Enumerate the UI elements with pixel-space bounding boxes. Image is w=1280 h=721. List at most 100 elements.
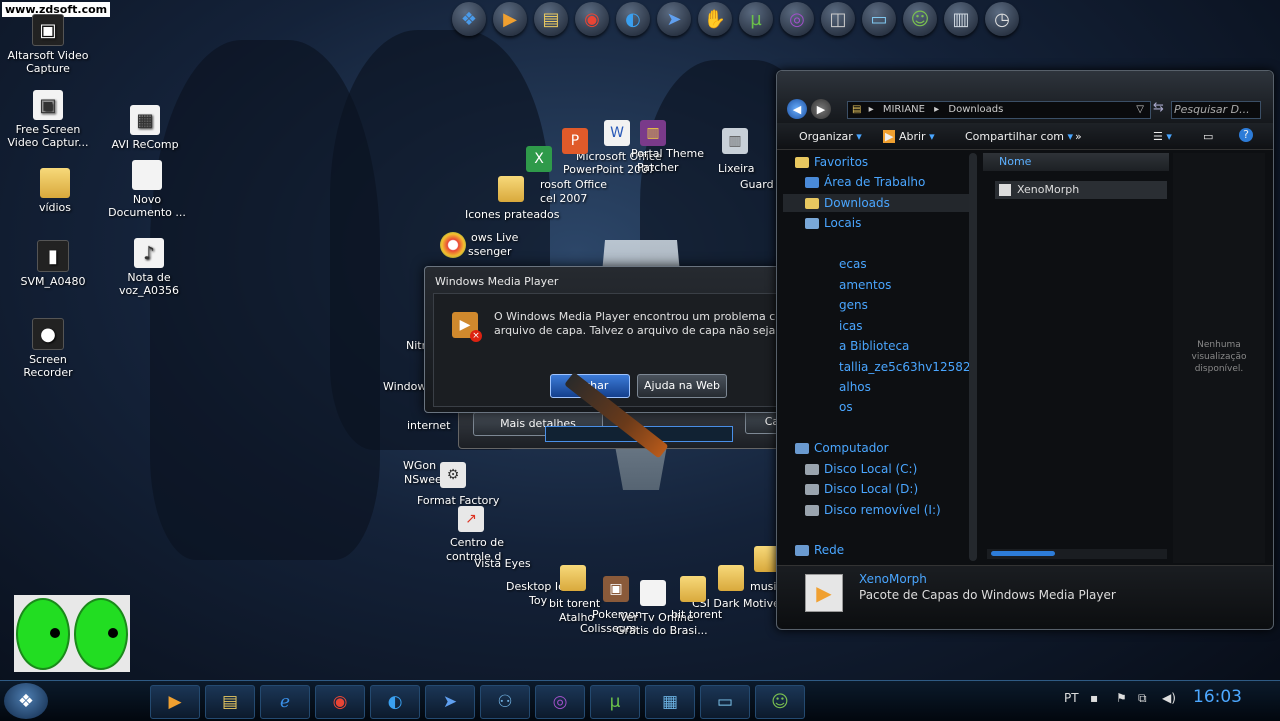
desktop-label[interactable]: Gratis do Brasi... — [616, 624, 708, 637]
desktop-label[interactable]: Vista Eyes — [474, 557, 531, 570]
csi-dark-folder-icon[interactable] — [718, 565, 744, 591]
icones-prateados-folder-icon[interactable] — [498, 176, 524, 202]
ver-tv-icon[interactable] — [640, 580, 666, 606]
taskbar-internet-explorer[interactable]: ℯ — [260, 685, 310, 719]
desktop-label[interactable]: Centro de — [450, 536, 504, 549]
desktop-label[interactable]: Portal Theme — [631, 147, 704, 160]
chrome-icon[interactable]: ◉ — [575, 2, 609, 36]
desktop-label[interactable]: Icones prateados — [465, 208, 560, 221]
nav-item[interactable]: ecas — [839, 255, 867, 273]
desktop-label[interactable]: Format Factory — [417, 494, 499, 507]
taskbar-chrome[interactable]: ◉ — [315, 685, 365, 719]
nav-item[interactable]: os — [839, 398, 853, 416]
web-help-button[interactable]: Ajuda na Web — [637, 374, 727, 398]
taskbar-messenger[interactable]: ◐ — [370, 685, 420, 719]
taskbar-explorer[interactable]: ▤ — [205, 685, 255, 719]
horizontal-scrollbar[interactable] — [987, 549, 1167, 559]
nav-item[interactable]: Computador — [795, 439, 889, 457]
users-icon[interactable]: ☺ — [903, 2, 937, 36]
nav-item[interactable]: a Biblioteca — [839, 337, 909, 355]
column-header-name[interactable]: Nome — [983, 153, 1169, 171]
trash-icon[interactable]: ▥ — [944, 2, 978, 36]
desktop-label[interactable]: Lixeira — [718, 162, 754, 175]
camera-icon[interactable]: ◫ — [821, 2, 855, 36]
views-icon[interactable]: ☰ ▾ — [1153, 130, 1172, 143]
organize-button[interactable]: Organizar ▾ — [799, 130, 862, 143]
share-button[interactable]: Compartilhar com ▾ — [965, 130, 1073, 143]
desktop-label[interactable]: internet — [407, 419, 451, 432]
desktop-icon-free-screen[interactable]: ▣ Free Screen Video Captur... — [3, 90, 93, 149]
nav-item[interactable]: tallia_ze5c63hv12582 — [839, 358, 970, 376]
tray-volume-icon[interactable]: ◀) — [1162, 691, 1176, 705]
winrar-icon[interactable]: ▥ — [640, 120, 666, 146]
nav-item[interactable]: Disco Local (C:) — [805, 460, 917, 478]
desktop-label[interactable]: CSI Dark Motives — [692, 597, 786, 610]
tray-keyboard-icon[interactable]: ▪ — [1090, 691, 1098, 705]
taskbar-control-panel[interactable]: ▦ — [645, 685, 695, 719]
breadcrumb-downloads[interactable]: Downloads — [948, 104, 1003, 115]
messenger-icon[interactable]: ◐ — [616, 2, 650, 36]
powerpoint-icon[interactable]: P — [562, 128, 588, 154]
nav-item[interactable]: Área de Trabalho — [805, 173, 925, 191]
nav-item[interactable]: Rede — [795, 541, 844, 559]
taskbar-media-player[interactable]: ▶ — [150, 685, 200, 719]
start-button[interactable]: ❖ — [4, 683, 48, 719]
word-icon[interactable]: W — [604, 120, 630, 146]
tray-flag-icon[interactable]: ⚑ — [1116, 691, 1127, 705]
notes-icon[interactable]: ▭ — [862, 2, 896, 36]
more-button[interactable]: » — [1075, 130, 1082, 143]
address-bar[interactable]: ▤ ▸ MIRIANE ▸ Downloads ▽ — [847, 101, 1151, 119]
nav-item[interactable]: alhos — [839, 378, 871, 396]
bit-torent-folder-icon[interactable] — [560, 565, 586, 591]
language-indicator[interactable]: PT — [1064, 691, 1079, 705]
desktop-label[interactable]: WGon — [403, 459, 436, 472]
search-input[interactable]: Pesquisar D... — [1171, 101, 1261, 119]
format-factory-icon[interactable]: ⚙ — [440, 462, 466, 488]
nav-item[interactable]: Downloads — [783, 194, 969, 212]
desktop-icon-novo-documento[interactable]: Novo Documento ... — [102, 160, 192, 219]
control-panel-icon[interactable]: ↗ — [458, 506, 484, 532]
pokemon-icon[interactable]: ▣ — [603, 576, 629, 602]
nav-item[interactable]: Disco Local (D:) — [805, 480, 918, 498]
csi-folder-icon[interactable] — [680, 576, 706, 602]
taskbar-users[interactable]: ☺ — [755, 685, 805, 719]
excel-icon[interactable]: X — [526, 146, 552, 172]
utorrent-icon[interactable]: µ — [739, 2, 773, 36]
clock-icon[interactable]: ◷ — [985, 2, 1019, 36]
nav-item[interactable]: Favoritos — [795, 153, 868, 171]
chrome-desktop-icon[interactable] — [440, 232, 466, 258]
taskbar-cursor[interactable]: ➤ — [425, 685, 475, 719]
desktop-icon-nota-voz[interactable]: ♪ Nota de voz_A0356 — [104, 238, 194, 297]
desktop-icon-avi-recomp[interactable]: ▦ AVI ReComp — [100, 105, 190, 151]
desktop-icon-altarsoft[interactable]: ▣ Altarsoft Video Capture — [3, 14, 93, 75]
back-button[interactable]: ◀ — [787, 99, 807, 119]
taskbar-torrent[interactable]: ◎ — [535, 685, 585, 719]
desktop-label[interactable]: rosoft Office — [540, 178, 607, 191]
desktop-label[interactable]: Toy — [529, 594, 547, 607]
address-dropdown-icon[interactable]: ▽ — [1136, 102, 1144, 118]
desktop-label[interactable]: musi — [750, 580, 776, 593]
help-icon[interactable]: ? — [1239, 128, 1253, 142]
nav-item[interactable]: Disco removível (I:) — [805, 501, 941, 519]
taskbar-notes[interactable]: ▭ — [700, 685, 750, 719]
file-item-xenomorph[interactable]: XenoMorph — [995, 181, 1167, 199]
preview-pane-icon[interactable]: ▭ — [1203, 130, 1213, 143]
desktop-label[interactable]: ows Live — [471, 231, 518, 244]
vista-eyes-widget[interactable] — [14, 595, 130, 672]
desktop-label[interactable]: cel 2007 — [540, 192, 587, 205]
open-button[interactable]: ▶ Abrir ▾ — [883, 130, 935, 143]
nav-item[interactable]: amentos — [839, 276, 891, 294]
desktop-icon-videos[interactable]: vídios — [10, 168, 100, 214]
refresh-icon[interactable]: ⇆ — [1153, 100, 1164, 115]
clock[interactable]: 16:03 — [1193, 687, 1242, 707]
breadcrumb-miriane[interactable]: MIRIANE — [883, 104, 925, 115]
desktop-icon-svm[interactable]: ▮ SVM_A0480 — [8, 240, 98, 288]
taskbar-utorrent[interactable]: µ — [590, 685, 640, 719]
desktop-label[interactable]: ssenger — [468, 245, 511, 258]
desktop-label[interactable]: NSwee — [404, 473, 442, 486]
cursor-icon[interactable]: ➤ — [657, 2, 691, 36]
nav-item[interactable]: icas — [839, 317, 863, 335]
nav-item[interactable]: gens — [839, 296, 868, 314]
desktop-icon-screen-recorder[interactable]: ● Screen Recorder — [3, 318, 93, 379]
nav-item[interactable]: Locais — [805, 214, 861, 232]
